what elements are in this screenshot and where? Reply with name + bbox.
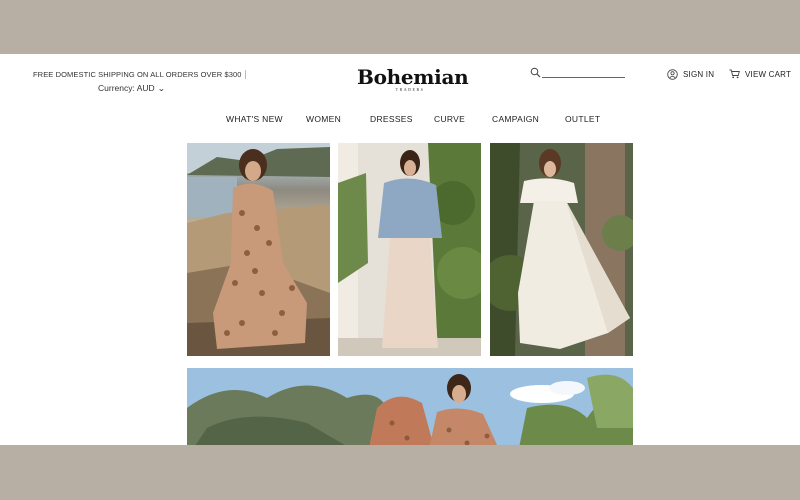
user-icon xyxy=(667,69,678,80)
sign-in-link[interactable]: SIGN IN xyxy=(667,69,714,80)
campaign-banner-image[interactable] xyxy=(187,368,633,445)
nav-item-campaign[interactable]: CAMPAIGN xyxy=(492,114,539,124)
logo-wordmark: Bohemian xyxy=(357,65,469,89)
page: FREE DOMESTIC SHIPPING ON ALL ORDERS OVE… xyxy=(0,54,800,445)
search-input[interactable] xyxy=(542,67,622,76)
shipping-banner: FREE DOMESTIC SHIPPING ON ALL ORDERS OVE… xyxy=(33,70,246,79)
nav-item-women[interactable]: WOMEN xyxy=(306,114,341,124)
brand-logo[interactable]: Bohemian TRADERS xyxy=(357,65,469,92)
view-cart-label: VIEW CART xyxy=(745,69,792,79)
chevron-down-icon: ⌄ xyxy=(157,83,166,93)
nav-item-outlet[interactable]: OUTLET xyxy=(565,114,600,124)
sign-in-label: SIGN IN xyxy=(683,70,715,79)
nav-item-whats-new[interactable]: WHAT'S NEW xyxy=(226,114,283,124)
view-cart-link[interactable]: VIEW CART xyxy=(729,69,791,79)
search-icon[interactable] xyxy=(530,67,541,78)
search-box[interactable] xyxy=(530,67,625,78)
cart-icon xyxy=(729,69,740,79)
campaign-image-leopard-dress[interactable] xyxy=(187,143,330,356)
campaign-image-white-dress[interactable] xyxy=(490,143,633,356)
nav-item-curve[interactable]: CURVE xyxy=(434,114,465,124)
currency-label: Currency: AUD xyxy=(98,83,155,93)
nav-item-dresses[interactable]: DRESSES xyxy=(370,114,413,124)
campaign-image-denim-jacket[interactable] xyxy=(338,143,481,356)
currency-selector[interactable]: Currency: AUD ⌄ xyxy=(98,83,166,93)
main-nav: WHAT'S NEW WOMEN DRESSES CURVE CAMPAIGN … xyxy=(0,114,800,126)
